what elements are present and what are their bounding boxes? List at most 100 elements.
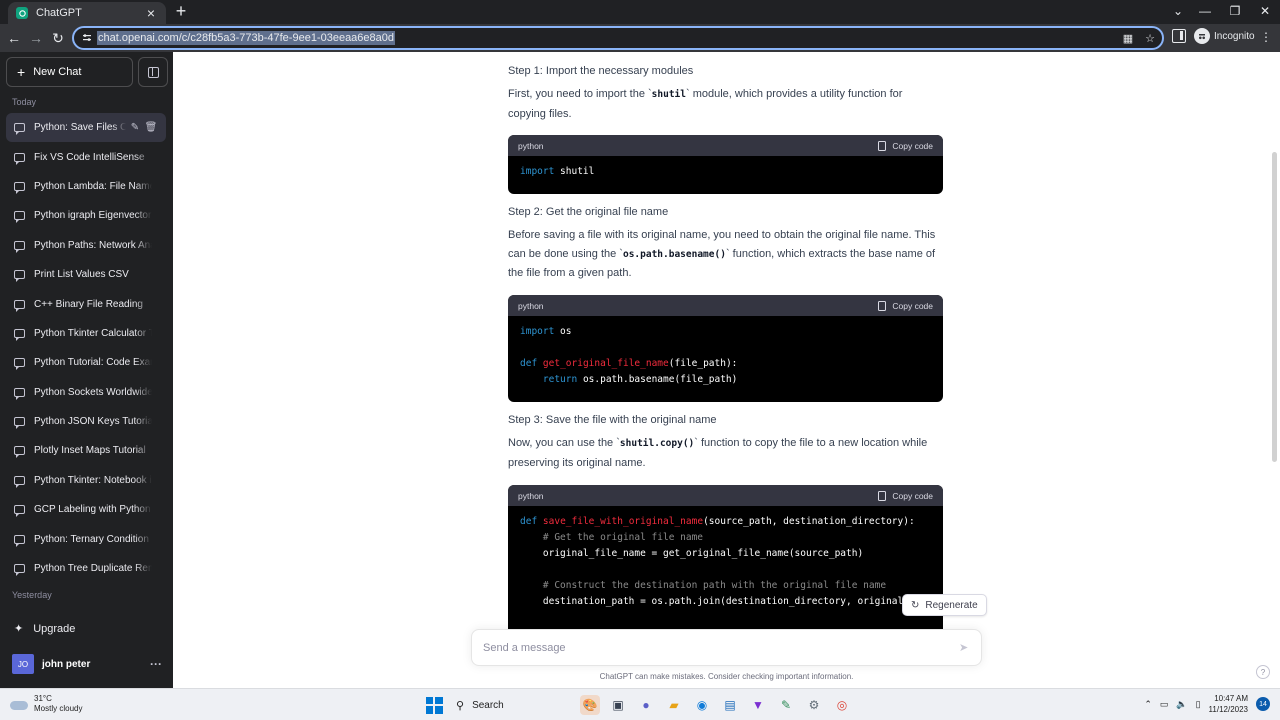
notepad-app-icon[interactable]: ✎ [776, 695, 796, 715]
widgets-icon[interactable]: 🎨 [580, 695, 600, 715]
chat-item[interactable]: Plotly Inset Maps Tutorial [6, 436, 166, 465]
minimize-button[interactable]: — [1190, 0, 1220, 22]
step-heading: Step 3: Save the file with the original … [508, 414, 717, 426]
notification-badge[interactable]: 14 [1256, 697, 1270, 711]
scrollbar-thumb[interactable] [1272, 152, 1277, 462]
code-block-header: python Copy code [508, 295, 943, 316]
maximize-button[interactable]: ❐ [1220, 0, 1250, 22]
help-button[interactable]: ? [1256, 665, 1270, 679]
more-options-icon[interactable]: ··· [150, 657, 162, 671]
chat-item[interactable]: Print List Values CSV [6, 260, 166, 289]
edge-icon[interactable]: ◉ [692, 695, 712, 715]
chat-item-title: Python: Save Files Ori [34, 122, 126, 134]
trash-icon[interactable]: 🗑 [144, 122, 158, 133]
site-info-icon[interactable] [80, 31, 94, 45]
tab-search-icon[interactable]: ⌄ [1166, 0, 1190, 22]
address-bar[interactable]: chat.openai.com/c/c28fb5a3-773b-47fe-9ee… [72, 26, 1164, 50]
chat-item-title: Python Tkinter: Notebook in [34, 474, 152, 486]
chat-item[interactable]: GCP Labeling with Python [6, 495, 166, 524]
chat-item[interactable]: Python: Ternary Condition Tu [6, 524, 166, 553]
chat-item[interactable]: Python JSON Keys Tutorial [6, 407, 166, 436]
forward-icon[interactable]: → [26, 28, 46, 48]
tray-overflow-icon[interactable]: ⌃ [1144, 699, 1152, 710]
close-sidebar-button[interactable] [138, 57, 168, 87]
settings-app-icon[interactable]: ⚙ [804, 695, 824, 715]
chat-item[interactable]: Python Tree Duplicate Remo [6, 554, 166, 583]
copy-code-button[interactable]: Copy code [878, 140, 933, 151]
store-icon[interactable]: ▤ [720, 695, 740, 715]
vpn-app-icon[interactable]: ▼ [748, 695, 768, 715]
regenerate-label: Regenerate [925, 599, 978, 611]
browser-toolbar: ← → ↻ chat.openai.com/c/c28fb5a3-773b-47… [0, 24, 1280, 52]
start-button[interactable] [424, 695, 444, 715]
user-menu[interactable]: JO john peter ··· [12, 654, 162, 674]
clock[interactable]: 10:47 AM 11/12/2023 [1209, 693, 1248, 715]
chat-item[interactable]: Python igraph Eigenvector Tu [6, 201, 166, 230]
browser-menu-icon[interactable]: ⋮ [1260, 30, 1272, 44]
message-input[interactable]: Send a message ➤ [471, 629, 982, 666]
chat-item[interactable]: Python Sockets Worldwide T [6, 378, 166, 407]
text-run: First, you need to import the ` [508, 88, 652, 100]
code-language-label: python [518, 490, 544, 501]
chat-item-title: GCP Labeling with Python [34, 504, 151, 516]
code-block: python Copy code import shutil [508, 135, 943, 194]
network-icon[interactable]: ▭ [1160, 699, 1169, 710]
weather-widget[interactable]: 31°C Mostly cloudy [10, 694, 82, 714]
code-content: import shutil [508, 156, 943, 188]
regenerate-button[interactable]: ↻ Regenerate [902, 594, 987, 616]
chat-item[interactable]: Fix VS Code IntelliSense [6, 142, 166, 171]
chat-item[interactable]: Python Tkinter: Notebook in [6, 466, 166, 495]
code-text: os.path.basename(file_path) [577, 374, 738, 385]
step-paragraph: First, you need to import the `shutil` m… [508, 85, 943, 123]
chrome-icon[interactable]: ◎ [832, 695, 852, 715]
url-text[interactable]: chat.openai.com/c/c28fb5a3-773b-47fe-9ee… [97, 31, 396, 45]
volume-icon[interactable]: 🔈 [1176, 699, 1187, 710]
send-icon[interactable]: ➤ [959, 642, 971, 654]
chat-bubble-icon [14, 152, 25, 165]
tab-title: ChatGPT [36, 7, 82, 19]
chat-item-title: Python JSON Keys Tutorial [34, 416, 152, 428]
chat-bubble-icon [14, 564, 25, 577]
code-text: shutil [554, 166, 595, 177]
scrollbar[interactable] [1272, 52, 1278, 688]
side-panel-icon[interactable] [1172, 29, 1186, 43]
chat-bubble-icon [14, 475, 25, 488]
new-tab-button[interactable]: + [172, 2, 190, 20]
upgrade-button[interactable]: ✦ Upgrade [14, 622, 75, 636]
chat-item[interactable]: Python Tkinter Calculator Tu [6, 319, 166, 348]
code-keyword: return [542, 374, 578, 385]
tab-close-icon[interactable]: × [144, 6, 158, 20]
edit-pencil-icon[interactable]: ✎ [128, 122, 142, 133]
browser-tab[interactable]: ChatGPT × [8, 2, 166, 24]
chat-bubble-icon [14, 240, 25, 253]
install-app-icon[interactable]: ▦ [1122, 31, 1134, 45]
copy-code-button[interactable]: Copy code [878, 300, 933, 311]
reload-icon[interactable]: ↻ [48, 28, 68, 48]
user-name: john peter [42, 658, 91, 670]
chat-bubble-icon [14, 181, 25, 194]
profile-area[interactable]: Incognito [1172, 28, 1255, 44]
copy-code-label: Copy code [892, 140, 933, 151]
code-content: import os def get_original_file_name(fil… [508, 316, 943, 396]
taskbar-apps: ⚲ Search 🎨 ▣ ● ▰ ◉ ▤ ▼ ✎ ⚙ ◎ [424, 694, 852, 716]
new-chat-button[interactable]: + New Chat [6, 57, 133, 87]
chat-item[interactable]: Python: Save Files Ori ✎ 🗑 [6, 113, 166, 143]
chat-item[interactable]: Python Paths: Network Analy [6, 231, 166, 260]
copy-code-button[interactable]: Copy code [878, 490, 933, 501]
file-explorer-icon[interactable]: ▰ [664, 695, 684, 715]
taskbar-search[interactable]: ⚲ Search [452, 694, 572, 716]
code-text: original_file_name = get_original_file_n… [520, 548, 864, 559]
back-icon[interactable]: ← [4, 28, 24, 48]
chat-item[interactable]: Python Tutorial: Code Examp [6, 348, 166, 377]
battery-icon[interactable]: ▯ [1196, 699, 1201, 710]
code-text: (file_path): [668, 358, 738, 369]
code-block: python Copy code def save_file_with_orig… [508, 485, 943, 645]
task-view-icon[interactable]: ▣ [608, 695, 628, 715]
chat-item[interactable]: Python Lambda: File Name [6, 172, 166, 201]
bookmark-star-icon[interactable]: ☆ [1144, 31, 1156, 45]
chat-item-title: Fix VS Code IntelliSense [34, 151, 145, 163]
chat-item[interactable]: C++ Binary File Reading [6, 289, 166, 318]
close-window-button[interactable]: ✕ [1250, 0, 1280, 22]
chat-app-icon[interactable]: ● [636, 695, 656, 715]
